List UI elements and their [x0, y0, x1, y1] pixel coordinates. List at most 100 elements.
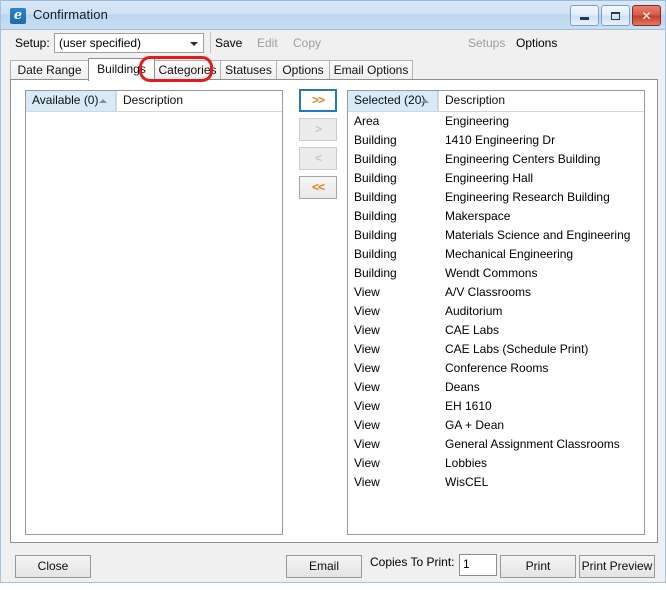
- list-item-type: Building: [354, 171, 397, 185]
- selected-description-header[interactable]: Description: [439, 91, 644, 111]
- tab-buildings[interactable]: Buildings: [88, 58, 155, 81]
- list-item-type: Building: [354, 190, 397, 204]
- list-item-type: View: [354, 342, 380, 356]
- list-item[interactable]: View General Assignment Classrooms: [348, 435, 644, 454]
- list-item[interactable]: View WisCEL: [348, 473, 644, 492]
- list-item[interactable]: View EH 1610: [348, 397, 644, 416]
- list-item-type: View: [354, 304, 380, 318]
- copy-button: Copy: [293, 36, 322, 50]
- tab-statuses[interactable]: Statuses: [220, 60, 277, 80]
- list-item[interactable]: Building 1410 Engineering Dr: [348, 131, 644, 150]
- list-item[interactable]: View Lobbies: [348, 454, 644, 473]
- list-item[interactable]: Building Mechanical Engineering: [348, 245, 644, 264]
- minimize-button[interactable]: [570, 5, 599, 26]
- move-all-right-button[interactable]: >>: [299, 89, 337, 112]
- available-description-header[interactable]: Description: [117, 91, 282, 111]
- list-item-type: Area: [354, 114, 380, 128]
- maximize-icon: [611, 11, 620, 20]
- list-item[interactable]: View CAE Labs: [348, 321, 644, 340]
- list-item[interactable]: Building Engineering Centers Building: [348, 150, 644, 169]
- toolbar-divider: [210, 32, 211, 53]
- list-item-description: Conference Rooms: [445, 361, 549, 375]
- setup-dropdown[interactable]: (user specified): [54, 33, 204, 53]
- list-item-type: View: [354, 380, 380, 394]
- selected-column-header[interactable]: Selected (20): [348, 91, 438, 111]
- buildings-tab-panel: Available (0) Description >> > < << Sele…: [10, 79, 658, 543]
- list-item-description: Engineering Centers Building: [445, 152, 601, 166]
- app-logo-icon: e: [10, 8, 26, 24]
- sort-ascending-icon: [99, 99, 107, 103]
- available-list[interactable]: Available (0) Description: [25, 90, 283, 535]
- list-item-type: Building: [354, 247, 397, 261]
- setup-dropdown-value: (user specified): [59, 36, 142, 50]
- tab-date-range[interactable]: Date Range: [10, 60, 89, 80]
- window-bottom-edge: [0, 583, 666, 590]
- selected-list-header: Selected (20) Description: [348, 91, 644, 112]
- tab-categories[interactable]: Categories: [154, 60, 221, 80]
- list-item-type: View: [354, 456, 380, 470]
- list-item-type: View: [354, 285, 380, 299]
- list-item-description: Mechanical Engineering: [445, 247, 574, 261]
- selected-list[interactable]: Selected (20) Description Area Engineerin…: [347, 90, 645, 535]
- list-item-type: Building: [354, 152, 397, 166]
- list-item[interactable]: Building Makerspace: [348, 207, 644, 226]
- list-item-type: View: [354, 418, 380, 432]
- list-item[interactable]: View A/V Classrooms: [348, 283, 644, 302]
- edit-button: Edit: [257, 36, 278, 50]
- tab-strip: Date Range Buildings Categories Statuses…: [10, 58, 658, 81]
- list-item-description: Auditorium: [445, 304, 503, 318]
- maximize-button[interactable]: [601, 5, 630, 26]
- list-item[interactable]: View Conference Rooms: [348, 359, 644, 378]
- print-button[interactable]: Print: [500, 555, 576, 578]
- tab-email-options[interactable]: Email Options: [329, 60, 413, 80]
- list-item-type: View: [354, 399, 380, 413]
- print-preview-button[interactable]: Print Preview: [579, 555, 655, 578]
- copies-to-print-input[interactable]: 1: [459, 554, 497, 576]
- list-item[interactable]: Building Materials Science and Engineerin…: [348, 226, 644, 245]
- list-item[interactable]: View Deans: [348, 378, 644, 397]
- list-item[interactable]: View Auditorium: [348, 302, 644, 321]
- list-item-description: 1410 Engineering Dr: [445, 133, 556, 147]
- list-item-description: WisCEL: [445, 475, 489, 489]
- email-button[interactable]: Email: [286, 555, 362, 578]
- list-item-description: Engineering: [445, 114, 510, 128]
- close-button[interactable]: ✕: [632, 5, 661, 26]
- list-item-description: GA + Dean: [445, 418, 505, 432]
- move-right-button: >: [299, 118, 337, 141]
- available-list-header: Available (0) Description: [26, 91, 282, 112]
- footer-bar: Close Email Copies To Print: 1 Print Pri…: [1, 546, 665, 582]
- list-item-description: A/V Classrooms: [445, 285, 532, 299]
- move-left-button: <: [299, 147, 337, 170]
- confirmation-window: e Confirmation ✕ Setup: (user specified)…: [0, 0, 666, 583]
- list-item[interactable]: Building Wendt Commons: [348, 264, 644, 283]
- list-item[interactable]: Area Engineering: [348, 112, 644, 131]
- move-all-left-button[interactable]: <<: [299, 176, 337, 199]
- window-title: Confirmation: [33, 7, 108, 22]
- list-item-description: Materials Science and Engineering: [445, 228, 631, 242]
- list-item[interactable]: View CAE Labs (Schedule Print): [348, 340, 644, 359]
- save-button[interactable]: Save: [215, 36, 242, 50]
- list-item-type: Building: [354, 228, 397, 242]
- list-item-description: CAE Labs (Schedule Print): [445, 342, 589, 356]
- available-column-header[interactable]: Available (0): [26, 91, 116, 111]
- list-item-description: CAE Labs: [445, 323, 500, 337]
- list-item-description: General Assignment Classrooms: [445, 437, 620, 451]
- list-item-description: Engineering Research Building: [445, 190, 610, 204]
- setups-button: Setups: [468, 36, 506, 50]
- list-item[interactable]: Building Engineering Hall: [348, 169, 644, 188]
- list-item-description: Deans: [445, 380, 480, 394]
- list-item[interactable]: View GA + Dean: [348, 416, 644, 435]
- available-column-label: Available (0): [32, 93, 99, 107]
- list-item-type: View: [354, 475, 380, 489]
- chevron-down-icon: [190, 42, 198, 46]
- list-item[interactable]: Building Engineering Research Building: [348, 188, 644, 207]
- close-button-footer[interactable]: Close: [15, 555, 91, 578]
- screenshot-root: e Confirmation ✕ Setup: (user specified)…: [0, 0, 666, 590]
- list-item-type: View: [354, 437, 380, 451]
- title-bar: e Confirmation ✕: [1, 0, 665, 30]
- minimize-icon: [580, 17, 589, 20]
- options-button[interactable]: Options: [516, 36, 557, 50]
- tab-options[interactable]: Options: [276, 60, 330, 80]
- setup-label: Setup:: [15, 36, 50, 50]
- selected-column-label: Selected (20): [354, 93, 426, 107]
